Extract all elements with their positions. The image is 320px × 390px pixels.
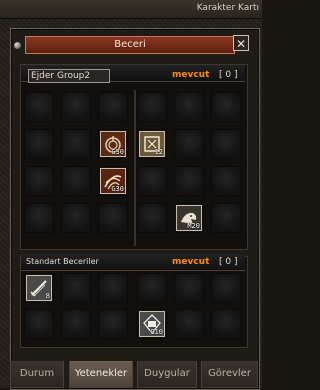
standard-skills-title: Standart Beceriler [26,257,99,266]
skill-level: M20 [187,222,200,230]
skill-slot[interactable] [61,129,91,159]
skill-slot[interactable]: G30 [98,166,128,196]
skill-slot[interactable]: M20 [174,203,204,233]
skill-slot[interactable] [174,309,204,339]
skill-slot[interactable] [61,203,91,233]
skill-slot[interactable]: G30 [98,129,128,159]
skill-slot[interactable] [61,309,91,339]
skill-slot[interactable] [211,273,241,303]
panel-divider [134,90,136,246]
skill-slot[interactable] [174,273,204,303]
sword-slash-icon[interactable]: 8 [26,275,52,301]
skill-slot[interactable] [61,273,91,303]
skill-slot[interactable]: 12 [137,129,167,159]
skill-level: 8 [45,292,50,300]
skill-slot[interactable] [211,92,241,122]
skill-level: G30 [111,148,124,156]
available-count: [ 0 ] [219,257,238,267]
skill-group-tab-label: Ejder Group2 [31,71,91,81]
tab-gorevler[interactable]: Görevler [201,361,258,388]
skill-slot[interactable] [24,166,54,196]
dialog-title: Beceri [114,39,146,50]
skill-slot[interactable] [61,92,91,122]
available-label: mevcut [172,257,210,267]
skill-slot[interactable] [98,92,128,122]
skill-group-tab[interactable]: Ejder Group2 [28,69,110,83]
skill-slot[interactable] [61,166,91,196]
tab-yetenekler[interactable]: Yetenekler [69,361,133,388]
rivet-icon [14,42,21,49]
character-tabs: Durum Yetenekler Duygular Görevler [10,361,258,388]
close-button[interactable]: ✕ [233,35,249,51]
dragon-head-icon[interactable]: M20 [176,205,202,231]
skill-slot[interactable] [137,273,167,303]
skill-slot[interactable]: 8 [24,273,54,303]
skill-slot[interactable] [24,129,54,159]
spiral-whirlwind-icon[interactable]: G30 [100,131,126,157]
available-count: [ 0 ] [219,70,238,80]
shield-armor-icon[interactable]: 12 [139,131,165,157]
character-window: Karakter Kartı Beceri ✕ Ejder Group2 mev… [0,0,262,390]
skill-level: G30 [111,185,124,193]
skill-slot[interactable] [211,166,241,196]
skill-slot[interactable] [211,309,241,339]
dialog-header: Beceri [25,36,235,54]
skill-slot[interactable] [98,309,128,339]
skill-slot[interactable] [137,92,167,122]
skill-slot[interactable] [24,309,54,339]
skill-slot[interactable] [24,92,54,122]
window-title: Karakter Kartı [196,3,259,13]
available-label: mevcut [172,70,210,80]
skill-slot[interactable] [98,203,128,233]
tab-durum[interactable]: Durum [10,361,64,388]
window-titlebar[interactable]: Karakter Kartı [0,0,262,19]
skill-slot[interactable] [211,129,241,159]
skill-slot[interactable] [211,203,241,233]
close-icon: ✕ [235,37,247,51]
skill-level: 12 [154,148,163,156]
skill-slot[interactable] [137,203,167,233]
claw-strike-icon[interactable]: G30 [100,168,126,194]
skill-slot[interactable] [174,92,204,122]
fist-strike-icon[interactable]: G10 [139,311,165,337]
tab-duygular[interactable]: Duygular [137,361,197,388]
skill-slot[interactable] [24,203,54,233]
skill-slot[interactable] [174,129,204,159]
skill-slot[interactable] [98,273,128,303]
skill-slot[interactable] [137,166,167,196]
skill-level: G10 [150,328,163,336]
skill-slot[interactable] [174,166,204,196]
skill-slot[interactable]: G10 [137,309,167,339]
